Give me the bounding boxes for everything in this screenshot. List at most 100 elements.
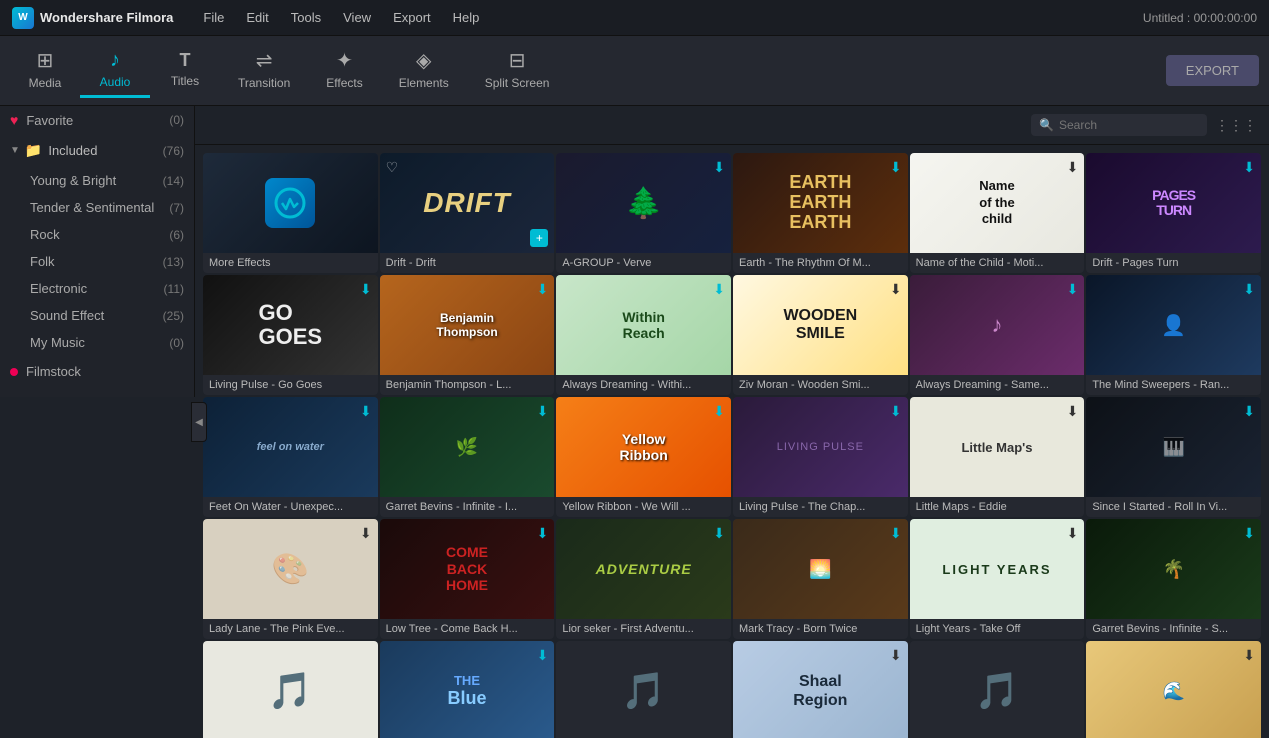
rock-count: (6) (169, 228, 184, 242)
toolbar-titles[interactable]: T Titles (150, 44, 220, 97)
included-count: (76) (163, 144, 184, 158)
download-icon: ⬇ (890, 647, 902, 664)
grid-item-randoms[interactable]: ⬇ 👤 The Mind Sweepers - Ran... (1086, 275, 1261, 395)
download-icon: ⬇ (890, 525, 902, 542)
grid-item-mark-tracy[interactable]: ⬇ 🌅 Mark Tracy - Born Twice (733, 519, 908, 639)
folder-icon: 📁 (25, 142, 42, 159)
grid-item-label: Low Tree - Come Back H... (380, 619, 555, 639)
included-label: Included (48, 143, 97, 158)
grid-item-more-effects[interactable]: More Effects (203, 153, 378, 273)
grid-item-benjamin[interactable]: ⬇ BenjaminThompson Benjamin Thompson - L… (380, 275, 555, 395)
menu-export[interactable]: Export (383, 6, 441, 29)
grid-item-atomic[interactable]: 🎵 Atomic Bomb (203, 641, 378, 738)
app-logo: W Wondershare Filmora (12, 7, 173, 29)
menu-edit[interactable]: Edit (236, 6, 278, 29)
sidebar-item-filmstock[interactable]: Filmstock (0, 356, 194, 387)
grid-item-earth[interactable]: ⬇ EARTH EARTH EARTH Earth - The Rhythm O… (733, 153, 908, 273)
grid-item-low-tree-back[interactable]: ⬇ COMEBACKHOME Low Tree - Come Back H... (380, 519, 555, 639)
grid-item-within[interactable]: ⬇ WithinReach Always Dreaming - Withi... (556, 275, 731, 395)
grid-item-little-maps-out[interactable]: ⬇ THEBlue Little Maps - Out The Blue (380, 641, 555, 738)
grid-item-label: Name of the Child - Moti... (910, 253, 1085, 273)
grid-item-light-years[interactable]: ⬇ LIGHT YEARS Light Years - Take Off (910, 519, 1085, 639)
grid-item-transition-swoosh[interactable]: 🎵 Transition Swoosh (556, 641, 731, 738)
favorite-count: (0) (169, 113, 184, 127)
menu-file[interactable]: File (193, 6, 234, 29)
grid-item-lior[interactable]: ⬇ Adventure Lior seker - First Adventu..… (556, 519, 731, 639)
grid-item-garret[interactable]: ⬇ 🌿 Garret Bevins - Infinite - I... (380, 397, 555, 517)
grid-item-wooden[interactable]: ⬇ WOODENSMILE Ziv Moran - Wooden Smi... (733, 275, 908, 395)
app-logo-icon: W (12, 7, 34, 29)
grid-item-lady-lane[interactable]: ⬇ 🎨 Lady Lane - The Pink Eve... (203, 519, 378, 639)
toolbar-media[interactable]: ⊞ Media (10, 42, 80, 99)
content-header: 🔍 ⋮⋮⋮ (195, 106, 1269, 145)
download-icon: ⬇ (1067, 159, 1079, 176)
grid-item-shaal[interactable]: ⬇ ShaalRegion Low Tree - Shaal Region (733, 641, 908, 738)
download-icon: ⬇ (360, 281, 372, 298)
toolbar-elements[interactable]: ◈ Elements (381, 42, 467, 99)
elements-icon: ◈ (416, 48, 431, 73)
grid-item-label: Drift - Pages Turn (1086, 253, 1261, 273)
grid-item-label: Living Pulse - Go Goes (203, 375, 378, 395)
download-icon: ⬇ (1067, 281, 1079, 298)
sidebar-item-favorite[interactable]: ♥ Favorite (0) (0, 106, 194, 134)
electronic-count: (11) (164, 282, 184, 296)
sidebar-item-folk[interactable]: Folk (13) (0, 248, 194, 275)
sidebar-item-soundeffect[interactable]: Sound Effect (25) (0, 302, 194, 329)
grid-item-label: The Mind Sweepers - Ran... (1086, 375, 1261, 395)
toolbar-effects[interactable]: ✦ Effects (308, 42, 380, 99)
folk-label: Folk (30, 254, 55, 269)
sidebar-section-included[interactable]: ▼ 📁 Included (76) (0, 134, 194, 167)
tender-label: Tender & Sentimental (30, 200, 154, 215)
titles-icon: T (180, 50, 191, 71)
sidebar-collapse-button[interactable]: ◀ (191, 402, 207, 442)
audio-label: Audio (100, 75, 131, 89)
sidebar-item-mymusic[interactable]: My Music (0) (0, 329, 194, 356)
sidebar-item-rock[interactable]: Rock (6) (0, 221, 194, 248)
sidebar-item-electronic[interactable]: Electronic (11) (0, 275, 194, 302)
download-icon: ⬇ (890, 281, 902, 298)
sidebar-item-tender[interactable]: Tender & Sentimental (7) (0, 194, 194, 221)
grid-item-pages-turn[interactable]: ⬇ PAGESTURN Drift - Pages Turn (1086, 153, 1261, 273)
grid-view-icon[interactable]: ⋮⋮⋮ (1215, 117, 1257, 134)
search-icon: 🔍 (1039, 118, 1054, 132)
sidebar: ♥ Favorite (0) ▼ 📁 Included (76) Young &… (0, 106, 195, 397)
download-icon: ⬇ (1243, 403, 1255, 420)
toolbar-splitscreen[interactable]: ⊟ Split Screen (467, 42, 568, 99)
grid-item-label: Garret Bevins - Infinite - I... (380, 497, 555, 517)
download-icon: ⬇ (890, 403, 902, 420)
menu-view[interactable]: View (333, 6, 381, 29)
folk-count: (13) (163, 255, 184, 269)
toolbar-transition[interactable]: ⇌ Transition (220, 42, 308, 99)
download-icon: ⬇ (1243, 159, 1255, 176)
export-button[interactable]: EXPORT (1166, 55, 1259, 86)
grid-item-living-chap[interactable]: ⬇ LIVING PULSE Living Pulse - The Chap..… (733, 397, 908, 517)
grid-item-cinematic-horn[interactable]: 🎵 Cinematic Horn (910, 641, 1085, 738)
grid-item-label: Earth - The Rhythm Of M... (733, 253, 908, 273)
download-icon: ⬇ (890, 159, 902, 176)
grid-item-label: Light Years - Take Off (910, 619, 1085, 639)
menu-tools[interactable]: Tools (281, 6, 331, 29)
grid-item-drift[interactable]: ♡ DRIFT + Drift - Drift (380, 153, 555, 273)
content-area: 🔍 ⋮⋮⋮ More Effects ♡ DRIFT + (195, 106, 1269, 738)
grid-item-agroup[interactable]: ⬇ 🌲 A-GROUP - Verve (556, 153, 731, 273)
grid-item-sand[interactable]: ⬇ 🌊 Sand - Takes Me To the L... (1086, 641, 1261, 738)
grid-item-feelwater[interactable]: ⬇ feel on water Feet On Water - Unexpec.… (203, 397, 378, 517)
grid-item-garret2[interactable]: ⬇ 🌴 Garret Bevins - Infinite - S... (1086, 519, 1261, 639)
effects-label: Effects (326, 76, 362, 90)
grid-item-little-maps-eddie[interactable]: ⬇ Little Map's Little Maps - Eddie (910, 397, 1085, 517)
rock-label: Rock (30, 227, 60, 242)
grid-item-yellow[interactable]: ⬇ YellowRibbon Yellow Ribbon - We Will .… (556, 397, 731, 517)
grid-item-label: Always Dreaming - Same... (910, 375, 1085, 395)
menu-help[interactable]: Help (443, 6, 490, 29)
titles-label: Titles (171, 74, 199, 88)
download-icon: ⬇ (1067, 525, 1079, 542)
grid-item-same[interactable]: ⬇ ♪ Always Dreaming - Same... (910, 275, 1085, 395)
download-icon: ⬇ (713, 159, 725, 176)
grid-item-since-started[interactable]: ⬇ 🎹 Since I Started - Roll In Vi... (1086, 397, 1261, 517)
grid-item-name[interactable]: ⬇ Nameof thechild Name of the Child - Mo… (910, 153, 1085, 273)
search-input[interactable] (1059, 118, 1199, 132)
grid-item-go-goes[interactable]: ⬇ GOGOES Living Pulse - Go Goes (203, 275, 378, 395)
toolbar-audio[interactable]: ♪ Audio (80, 43, 150, 98)
sidebar-item-young-bright[interactable]: Young & Bright (14) (0, 167, 194, 194)
heart-icon: ♥ (10, 112, 18, 128)
